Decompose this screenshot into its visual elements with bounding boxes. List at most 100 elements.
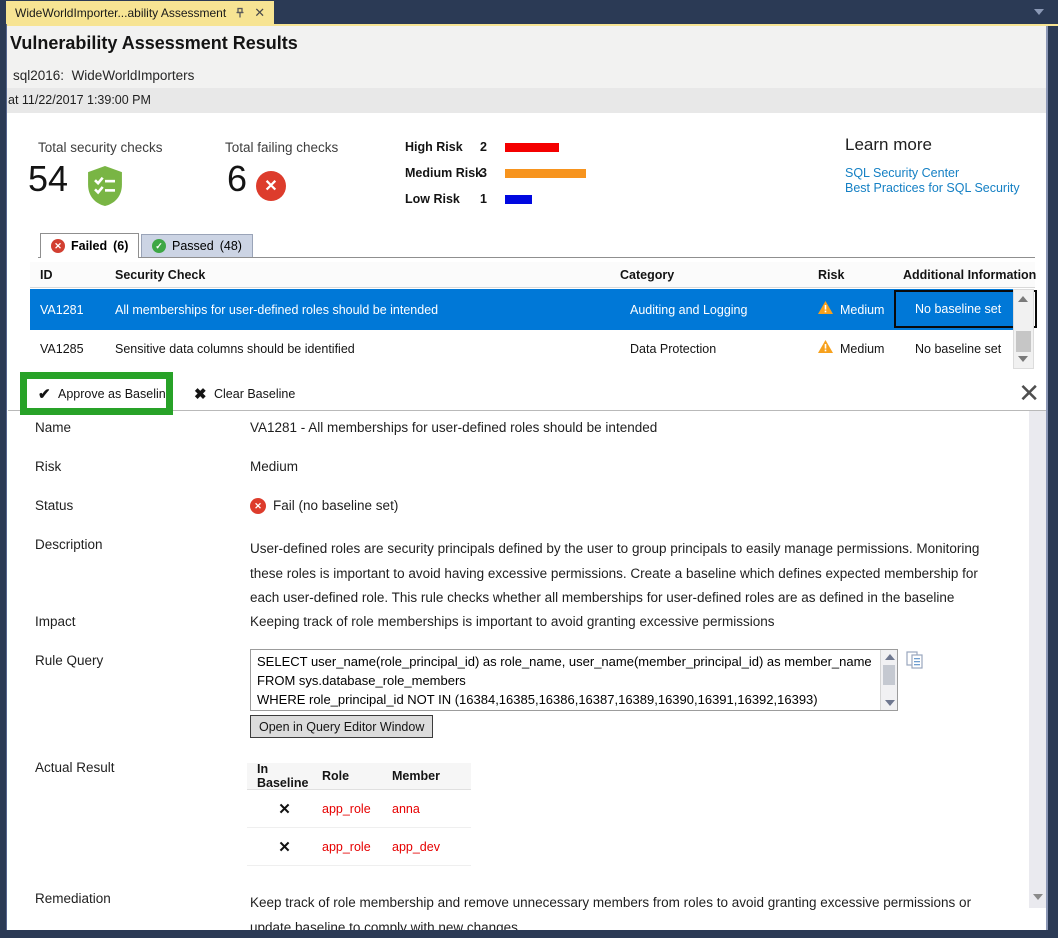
tab-passed[interactable]: ✓ Passed (48) [141, 234, 253, 257]
status-label: Status [35, 498, 73, 513]
medium-risk-bar [505, 169, 586, 178]
pin-icon[interactable] [234, 7, 246, 19]
tab-failed-count: (6) [113, 239, 128, 253]
rule-query-line3: WHERE role_principal_id NOT IN (16384,16… [257, 690, 873, 709]
server-name: sql2016: [13, 68, 64, 83]
open-query-editor-button[interactable]: Open in Query Editor Window [250, 715, 433, 738]
row2-additional-info: No baseline set [915, 342, 1001, 356]
risk-value: Medium [250, 459, 298, 474]
impact-value: Keeping track of role memberships is imp… [250, 614, 775, 629]
tab-passed-label: Passed [172, 239, 214, 253]
database-name: WideWorldImporters [72, 68, 195, 83]
total-checks-value: 54 [28, 158, 68, 200]
scroll-up-icon[interactable] [885, 654, 895, 660]
window-border [1046, 26, 1058, 938]
actual-result-row: ✕ app_role anna [247, 790, 471, 828]
risk-label: Risk [35, 459, 61, 474]
shield-checklist-icon [86, 166, 124, 211]
not-in-baseline-icon: ✕ [247, 838, 322, 856]
details-scrollbar[interactable] [1029, 411, 1046, 908]
learn-more-title: Learn more [845, 135, 932, 155]
tab-passed-count: (48) [220, 239, 242, 253]
row2-risk: Medium [840, 342, 884, 356]
link-best-practices[interactable]: Best Practices for SQL Security [845, 181, 1020, 195]
ar-role: app_role [322, 802, 392, 816]
failing-checks-label: Total failing checks [225, 140, 338, 155]
actual-result-label: Actual Result [35, 760, 115, 775]
annotation-highlight-box [20, 372, 173, 415]
ar-col-in-baseline: In Baseline [247, 762, 322, 790]
vulnerability-assessment-window: WideWorldImporter...ability Assessment ✕… [0, 0, 1058, 938]
ar-col-role: Role [322, 769, 392, 783]
tab-failed[interactable]: ✕ Failed (6) [40, 233, 139, 258]
scroll-down-icon[interactable] [1033, 894, 1043, 900]
fail-circle-icon: ✕ [256, 171, 286, 201]
name-label: Name [35, 420, 71, 435]
warning-icon [818, 301, 833, 319]
close-details-icon[interactable]: ✕ [1018, 378, 1040, 409]
rule-query-line2: FROM sys.database_role_members [257, 671, 873, 690]
timestamp-strip [0, 88, 1046, 113]
link-sql-security-center[interactable]: SQL Security Center [845, 166, 959, 180]
ar-member: anna [392, 802, 471, 816]
results-scrollbar[interactable] [1013, 289, 1034, 369]
col-additional-info[interactable]: Additional Information [903, 268, 1036, 282]
description-value: User-defined roles are security principa… [250, 537, 1010, 611]
actual-result-table: In Baseline Role Member ✕ app_role anna … [247, 763, 471, 866]
medium-risk-label: Medium Risk [405, 166, 482, 180]
low-risk-value: 1 [480, 192, 487, 206]
row1-id: VA1281 [40, 303, 84, 317]
scroll-down-icon[interactable] [1018, 356, 1028, 362]
actual-result-row: ✕ app_role app_dev [247, 828, 471, 866]
low-risk-bar [505, 195, 532, 204]
row1-category: Auditing and Logging [630, 303, 747, 317]
scrollbar-thumb[interactable] [1016, 331, 1031, 352]
col-id[interactable]: ID [40, 268, 53, 282]
tabs-underline [38, 257, 1035, 258]
document-tab[interactable]: WideWorldImporter...ability Assessment ✕ [6, 1, 274, 24]
scroll-down-icon[interactable] [885, 700, 895, 706]
page-title: Vulnerability Assessment Results [10, 33, 298, 54]
scan-timestamp: at 11/22/2017 1:39:00 PM [8, 93, 151, 107]
high-risk-bar [505, 143, 559, 152]
impact-label: Impact [35, 614, 76, 629]
col-security-check[interactable]: Security Check [115, 268, 205, 282]
tab-failed-label: Failed [71, 239, 107, 253]
tab-list-chevron-icon[interactable] [1034, 9, 1044, 15]
high-risk-value: 2 [480, 140, 487, 154]
not-in-baseline-icon: ✕ [247, 800, 322, 818]
scroll-up-icon[interactable] [1018, 296, 1028, 302]
col-category[interactable]: Category [620, 268, 674, 282]
document-tab-title: WideWorldImporter...ability Assessment [15, 6, 226, 20]
medium-risk-value: 3 [480, 166, 487, 180]
rule-query-scrollbar[interactable] [880, 650, 897, 710]
scrollbar-thumb[interactable] [883, 665, 895, 685]
status-fail-icon: ✕ [250, 498, 266, 514]
tab-close-icon[interactable]: ✕ [254, 5, 265, 21]
passed-circle-icon: ✓ [152, 239, 166, 253]
rule-query-textbox[interactable]: SELECT user_name(role_principal_id) as r… [250, 649, 898, 711]
results-grid-header: ID Security Check Category Risk Addition… [30, 262, 1035, 288]
description-label: Description [35, 537, 103, 552]
clear-baseline-button[interactable]: Clear Baseline [214, 387, 295, 401]
ar-role: app_role [322, 840, 392, 854]
ar-col-member: Member [392, 769, 471, 783]
high-risk-label: High Risk [405, 140, 463, 154]
failing-checks-value: 6 [227, 158, 247, 200]
row1-risk: Medium [840, 303, 884, 317]
table-row-va1285[interactable]: VA1285 Sensitive data columns should be … [30, 330, 1014, 368]
window-border [0, 24, 7, 938]
ar-member: app_dev [392, 840, 471, 854]
rule-query-label: Rule Query [35, 653, 103, 668]
col-risk[interactable]: Risk [818, 268, 844, 282]
server-database-line: sql2016: WideWorldImporters [13, 68, 194, 83]
table-row-va1281-selected[interactable]: VA1281 All memberships for user-defined … [30, 289, 1014, 330]
copy-icon[interactable] [906, 651, 924, 674]
row2-id: VA1285 [40, 342, 84, 356]
low-risk-label: Low Risk [405, 192, 460, 206]
actual-result-header: In Baseline Role Member [247, 763, 471, 790]
remediation-label: Remediation [35, 891, 111, 906]
rule-query-line1: SELECT user_name(role_principal_id) as r… [257, 652, 873, 671]
window-border [0, 930, 1058, 938]
name-value: VA1281 - All memberships for user-define… [250, 420, 657, 435]
